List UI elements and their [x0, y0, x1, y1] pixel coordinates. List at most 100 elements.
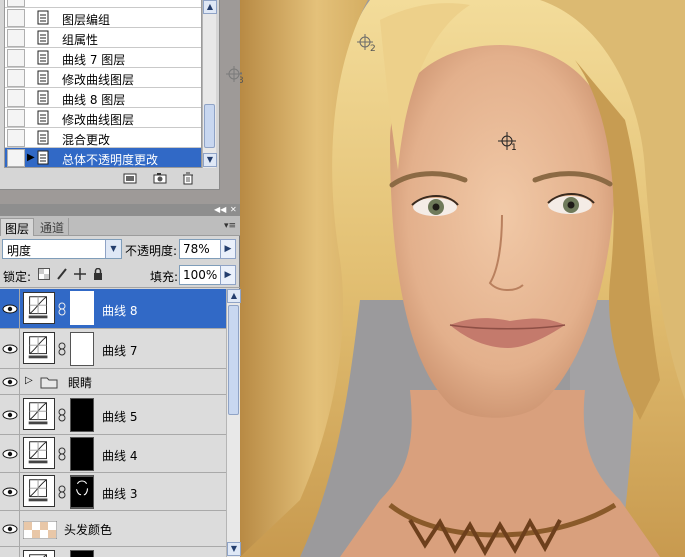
fill-slider-arrow-icon[interactable]: ▶ — [220, 265, 236, 285]
expand-group-triangle-icon[interactable]: ▷ — [25, 375, 33, 386]
history-source-box[interactable] — [7, 9, 25, 27]
layer-row-partial[interactable] — [0, 547, 226, 557]
scroll-down-icon[interactable]: ▼ — [227, 542, 241, 556]
sampler-point-1-label: 1 — [511, 143, 517, 153]
scroll-down-icon[interactable]: ▼ — [203, 153, 217, 167]
history-scroll-thumb[interactable] — [204, 104, 215, 148]
mask-link-chain-icon[interactable] — [58, 302, 66, 316]
history-footer — [0, 170, 220, 188]
history-state-row[interactable]: 曲线 7 图层 — [5, 48, 201, 68]
fill-field[interactable]: 100% — [179, 265, 221, 285]
history-state-row[interactable]: 曲线 8 图层 — [5, 88, 201, 108]
trash-icon[interactable] — [181, 172, 195, 185]
history-state-label: 修改曲线图层 — [62, 113, 135, 127]
layer-row-curves-3[interactable]: 曲线 3 — [0, 473, 226, 511]
panel-menu-icon[interactable]: ▾≡ — [224, 221, 236, 231]
visibility-eye-icon[interactable] — [2, 376, 18, 388]
blend-mode-select[interactable]: 明度 ▼ — [2, 239, 122, 259]
layer-list: 曲线 8 曲线 7 ▷ 眼睛 曲线 5 曲线 4 曲线 3 头发颜色 — [0, 289, 226, 557]
history-state-row[interactable]: 图层编组 — [5, 8, 201, 28]
layer-row-hair-color[interactable]: 头发颜色 — [0, 511, 226, 547]
history-source-box[interactable] — [7, 69, 25, 87]
history-state-row-selected[interactable]: ▶ 总体不透明度更改 — [5, 148, 201, 167]
history-state-label: 总体不透明度更改 — [62, 153, 159, 167]
new-document-from-state-icon[interactable] — [123, 172, 137, 185]
lock-image-pixels-brush-icon[interactable] — [56, 268, 68, 280]
layer-mask-thumbnail[interactable] — [70, 398, 94, 432]
lock-all-padlock-icon[interactable] — [92, 268, 104, 280]
history-state-row[interactable] — [5, 0, 201, 8]
opacity-field[interactable]: 78% — [179, 239, 221, 259]
layers-scroll-thumb[interactable] — [228, 305, 239, 415]
collapse-panel-icon[interactable]: ◀◀ — [214, 205, 226, 214]
visibility-eye-icon[interactable] — [2, 523, 18, 535]
pixel-layer-thumbnail[interactable] — [23, 521, 57, 539]
mask-link-chain-icon[interactable] — [58, 485, 66, 499]
history-state-label: 图层编组 — [62, 13, 111, 27]
layer-mask-thumbnail[interactable] — [70, 475, 94, 509]
visibility-eye-icon[interactable] — [2, 409, 18, 421]
history-panel: 图层编组 组属性 曲线 7 图层 修改曲线图层 曲线 8 图层 修改曲线图层 混… — [0, 0, 220, 190]
history-state-icon — [37, 50, 49, 65]
history-state-icon — [37, 30, 49, 45]
image-canvas[interactable]: 1 2 3 — [240, 0, 685, 557]
layer-group-eyes[interactable]: ▷ 眼睛 — [0, 369, 226, 395]
panel-title-bar[interactable]: ◀◀ ✕ — [0, 204, 240, 216]
layer-mask-thumbnail[interactable] — [70, 291, 94, 325]
history-state-label: 修改曲线图层 — [62, 73, 135, 87]
layer-mask-thumbnail[interactable] — [70, 332, 94, 366]
layer-row-curves-4[interactable]: 曲线 4 — [0, 435, 226, 473]
visibility-eye-icon[interactable] — [2, 303, 18, 315]
layers-scrollbar[interactable]: ▲ ▼ — [226, 289, 241, 557]
history-source-box[interactable] — [7, 49, 25, 67]
layer-row-curves-7[interactable]: 曲线 7 — [0, 329, 226, 369]
visibility-eye-icon[interactable] — [2, 448, 18, 460]
curves-adjustment-thumbnail-icon[interactable] — [23, 475, 55, 507]
history-source-box[interactable] — [7, 0, 25, 7]
curves-adjustment-thumbnail-icon[interactable] — [23, 292, 55, 324]
history-state-label: 混合更改 — [62, 133, 111, 147]
history-state-row[interactable]: 修改曲线图层 — [5, 68, 201, 88]
sampler-point-3-marker — [226, 66, 242, 82]
curves-adjustment-thumbnail-icon[interactable] — [23, 332, 55, 364]
snapshot-camera-icon[interactable] — [153, 172, 167, 185]
tab-layers[interactable]: 图层 — [0, 218, 35, 236]
history-state-row[interactable]: 修改曲线图层 — [5, 108, 201, 128]
layer-name: 曲线 3 — [102, 487, 138, 501]
close-panel-icon[interactable]: ✕ — [230, 205, 237, 214]
layer-name: 曲线 8 — [102, 304, 138, 318]
mask-link-chain-icon[interactable] — [58, 408, 66, 422]
tab-channels[interactable]: 通道 — [36, 218, 70, 236]
curves-adjustment-thumbnail-icon[interactable] — [23, 550, 55, 557]
curves-adjustment-thumbnail-icon[interactable] — [23, 437, 55, 469]
history-state-row[interactable]: 混合更改 — [5, 128, 201, 148]
folder-icon — [40, 377, 58, 389]
curves-adjustment-thumbnail-icon[interactable] — [23, 398, 55, 430]
layer-row-curves-8[interactable]: 曲线 8 — [0, 289, 226, 329]
history-state-row[interactable]: 组属性 — [5, 28, 201, 48]
history-source-box[interactable] — [7, 149, 25, 167]
layer-mask-thumbnail[interactable] — [70, 437, 94, 471]
history-scrollbar[interactable]: ▲ ▼ — [202, 0, 217, 168]
opacity-slider-arrow-icon[interactable]: ▶ — [220, 239, 236, 259]
mask-link-chain-icon[interactable] — [58, 342, 66, 356]
layers-panel: ◀◀ ✕ 图层 通道 ▾≡ 明度 ▼ 不透明度: 78% ▶ 锁定: 填充: 1… — [0, 204, 241, 557]
history-source-box[interactable] — [7, 109, 25, 127]
history-source-box[interactable] — [7, 89, 25, 107]
layer-row-curves-5[interactable]: 曲线 5 — [0, 395, 226, 435]
history-state-icon — [37, 110, 49, 125]
visibility-eye-icon[interactable] — [2, 486, 18, 498]
scroll-up-icon[interactable]: ▲ — [227, 289, 241, 303]
lock-transparent-pixels-icon[interactable] — [38, 268, 50, 280]
lock-position-move-icon[interactable] — [74, 268, 86, 280]
history-state-label: 曲线 7 图层 — [62, 53, 126, 67]
history-source-box[interactable] — [7, 29, 25, 47]
chevron-down-icon[interactable]: ▼ — [105, 240, 121, 258]
history-state-icon — [37, 90, 49, 105]
history-source-box[interactable] — [7, 129, 25, 147]
mask-link-chain-icon[interactable] — [58, 447, 66, 461]
group-name: 眼睛 — [68, 376, 93, 390]
visibility-eye-icon[interactable] — [2, 343, 18, 355]
scroll-up-icon[interactable]: ▲ — [203, 0, 217, 14]
layer-mask-thumbnail[interactable] — [70, 550, 94, 557]
